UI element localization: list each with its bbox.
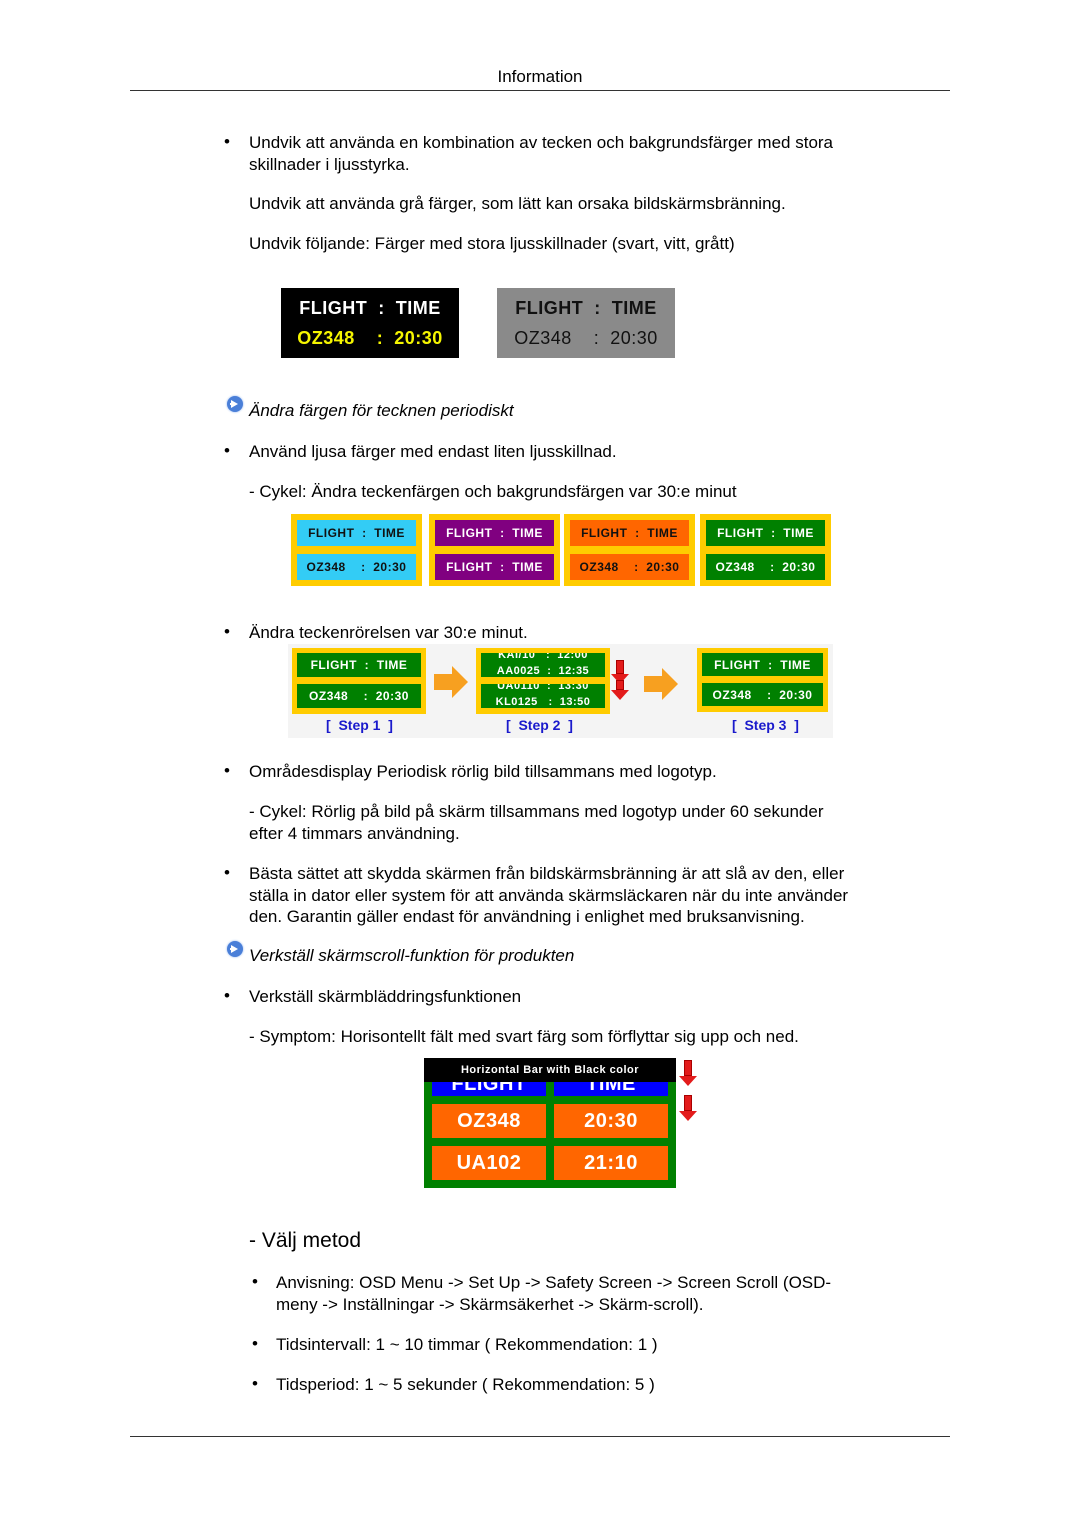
step2-panel: KAI/10 : 12:00 AA0025 : 12:35 UA0110 : 1… [476,648,610,714]
page-header-title: Information [497,67,583,86]
scroll-demo-figure: FLIGHT TIME OZ348 20:30 UA102 21:10 Hori… [424,1058,676,1188]
display-line: FLIGHT : TIME [702,653,823,676]
row-cell: OZ348 [432,1104,546,1138]
right-arrow-icon-head [452,666,468,698]
step1-panel: FLIGHT : TIME OZ348 : 20:30 [292,648,426,714]
bullet-marker: • [224,622,230,641]
symptom-text: - Symptom: Horisontellt fält med svart f… [249,1027,799,1046]
color-panel: FLIGHT : TIME OZ348 : 20:30 [700,514,831,586]
display-line: OZ348 : 20:30 [297,684,421,708]
display-line: FLIGHT : TIME [435,520,554,546]
down-arrow-icon [679,1095,697,1121]
bullet-marker: • [252,1334,258,1353]
color-panel: FLIGHT : TIME OZ348 : 20:30 [291,514,422,586]
color-cycle-panels: FLIGHT : TIME OZ348 : 20:30 FLIGHT : TIME F… [291,514,831,586]
row-cell: 20:30 [554,1104,668,1138]
method-heading: - Välj metod [249,1229,362,1252]
bullet-text: Områdesdisplay Periodisk rörlig bild til… [249,762,717,781]
bullet-text-line: ställa in dator eller system för att anv… [249,886,849,905]
bullet-marker: • [224,986,230,1005]
display-line: OZ348 : 20:30 [297,554,416,580]
display-line: FLIGHT : TIME [299,297,441,318]
paragraph: Undvik följande: Färger med stora ljussk… [249,234,735,253]
scroll-text: AA0025 : 12:35 [496,665,590,677]
color-panel: FLIGHT : TIME FLIGHT : TIME [429,514,560,586]
bullet-marker: • [224,863,230,882]
bullet-text: Ändra teckenrörelsen var 30:e minut. [249,623,528,642]
right-arrow-icon [644,676,664,692]
display-line: OZ348 : 20:30 [297,327,443,348]
arrow-circle-icon [227,396,243,412]
bullet-text: Använd ljusa färger med endast liten lju… [249,442,617,461]
movement-steps-figure: FLIGHT : TIME OZ348 : 20:30 [ Step 1 ] K… [288,644,833,738]
section-heading: Ändra färgen för tecknen periodiskt [249,401,514,420]
color-panel: FLIGHT : TIME OZ348 : 20:30 [564,514,695,586]
display-line: OZ348 : 20:30 [514,327,658,348]
display-line: FLIGHT : TIME [297,653,421,677]
down-arrow-icon [679,1060,697,1086]
arrow-circle-icon [227,941,243,957]
bullet-text-line: Undvik att använda en kombination av tec… [249,133,834,152]
display-line: FLIGHT : TIME [435,554,554,580]
bullet-text-line: meny -> Inställningar -> Skärmsäkerhet -… [276,1295,704,1314]
right-arrow-icon-head [662,668,678,700]
section-heading: Verkställ skärmscroll-funktion för produ… [249,946,575,965]
bullet-text: Tidsperiod: 1 ~ 5 sekunder ( Rekommendat… [276,1375,655,1394]
bullet-marker: • [224,132,230,151]
row-cell: UA102 [432,1146,546,1180]
down-arrow-icon [611,680,629,700]
step3-label: [ Step 3 ] [732,717,799,733]
bullet-text-line: den. Garantin gäller endast för användni… [249,907,805,926]
display-line: FLIGHT : TIME [570,520,689,546]
display-line: OZ348 : 20:30 [706,554,825,580]
display-line-scrolling: UA0110 : 13:30 KL0125 : 13:50 [481,684,605,708]
cycle-text: - Cykel: Ändra teckenfärgen och bakgrund… [249,482,737,501]
bullet-text-line: Anvisning: OSD Menu -> Set Up -> Safety … [276,1273,832,1292]
display-line: OZ348 : 20:30 [570,554,689,580]
example-display-gray: FLIGHT : TIME OZ348 : 20:30 [497,288,675,358]
header-divider [130,90,950,91]
bullet-marker: • [252,1374,258,1393]
right-arrow-icon [434,674,454,690]
step3-panel: FLIGHT : TIME OZ348 : 20:30 [697,648,828,712]
bullet-marker: • [224,441,230,460]
display-line-scrolling: KAI/10 : 12:00 AA0025 : 12:35 [481,653,605,677]
bullet-text-line: Bästa sättet att skydda skärmen från bil… [249,864,845,883]
bullet-text-line: skillnader i ljusstyrka. [249,155,410,174]
bullet-marker: • [252,1272,258,1291]
step1-label: [ Step 1 ] [326,717,393,733]
paragraph: Undvik att använda grå färger, som lätt … [249,194,786,213]
scroll-text: KAI/10 : 12:00 [498,653,588,661]
display-line: OZ348 : 20:30 [702,683,823,706]
black-horizontal-bar: Horizontal Bar with Black color [424,1058,676,1082]
display-line: FLIGHT : TIME [706,520,825,546]
bullet-text: Verkställ skärmbläddringsfunktionen [249,987,522,1006]
scroll-text: KL0125 : 13:50 [495,696,591,708]
display-line: FLIGHT : TIME [297,520,416,546]
footer-divider [130,1436,950,1437]
bullet-text: Tidsintervall: 1 ~ 10 timmar ( Rekommend… [276,1335,658,1354]
display-line: FLIGHT : TIME [515,297,657,318]
row-cell: 21:10 [554,1146,668,1180]
cycle-text-line: efter 4 timmars användning. [249,824,460,843]
step2-label: [ Step 2 ] [506,717,573,733]
scroll-text: UA0110 : 13:30 [497,684,589,692]
cycle-text-line: - Cykel: Rörlig på bild på skärm tillsam… [249,802,824,821]
bullet-marker: • [224,761,230,780]
example-display-black: FLIGHT : TIME OZ348 : 20:30 [281,288,459,358]
